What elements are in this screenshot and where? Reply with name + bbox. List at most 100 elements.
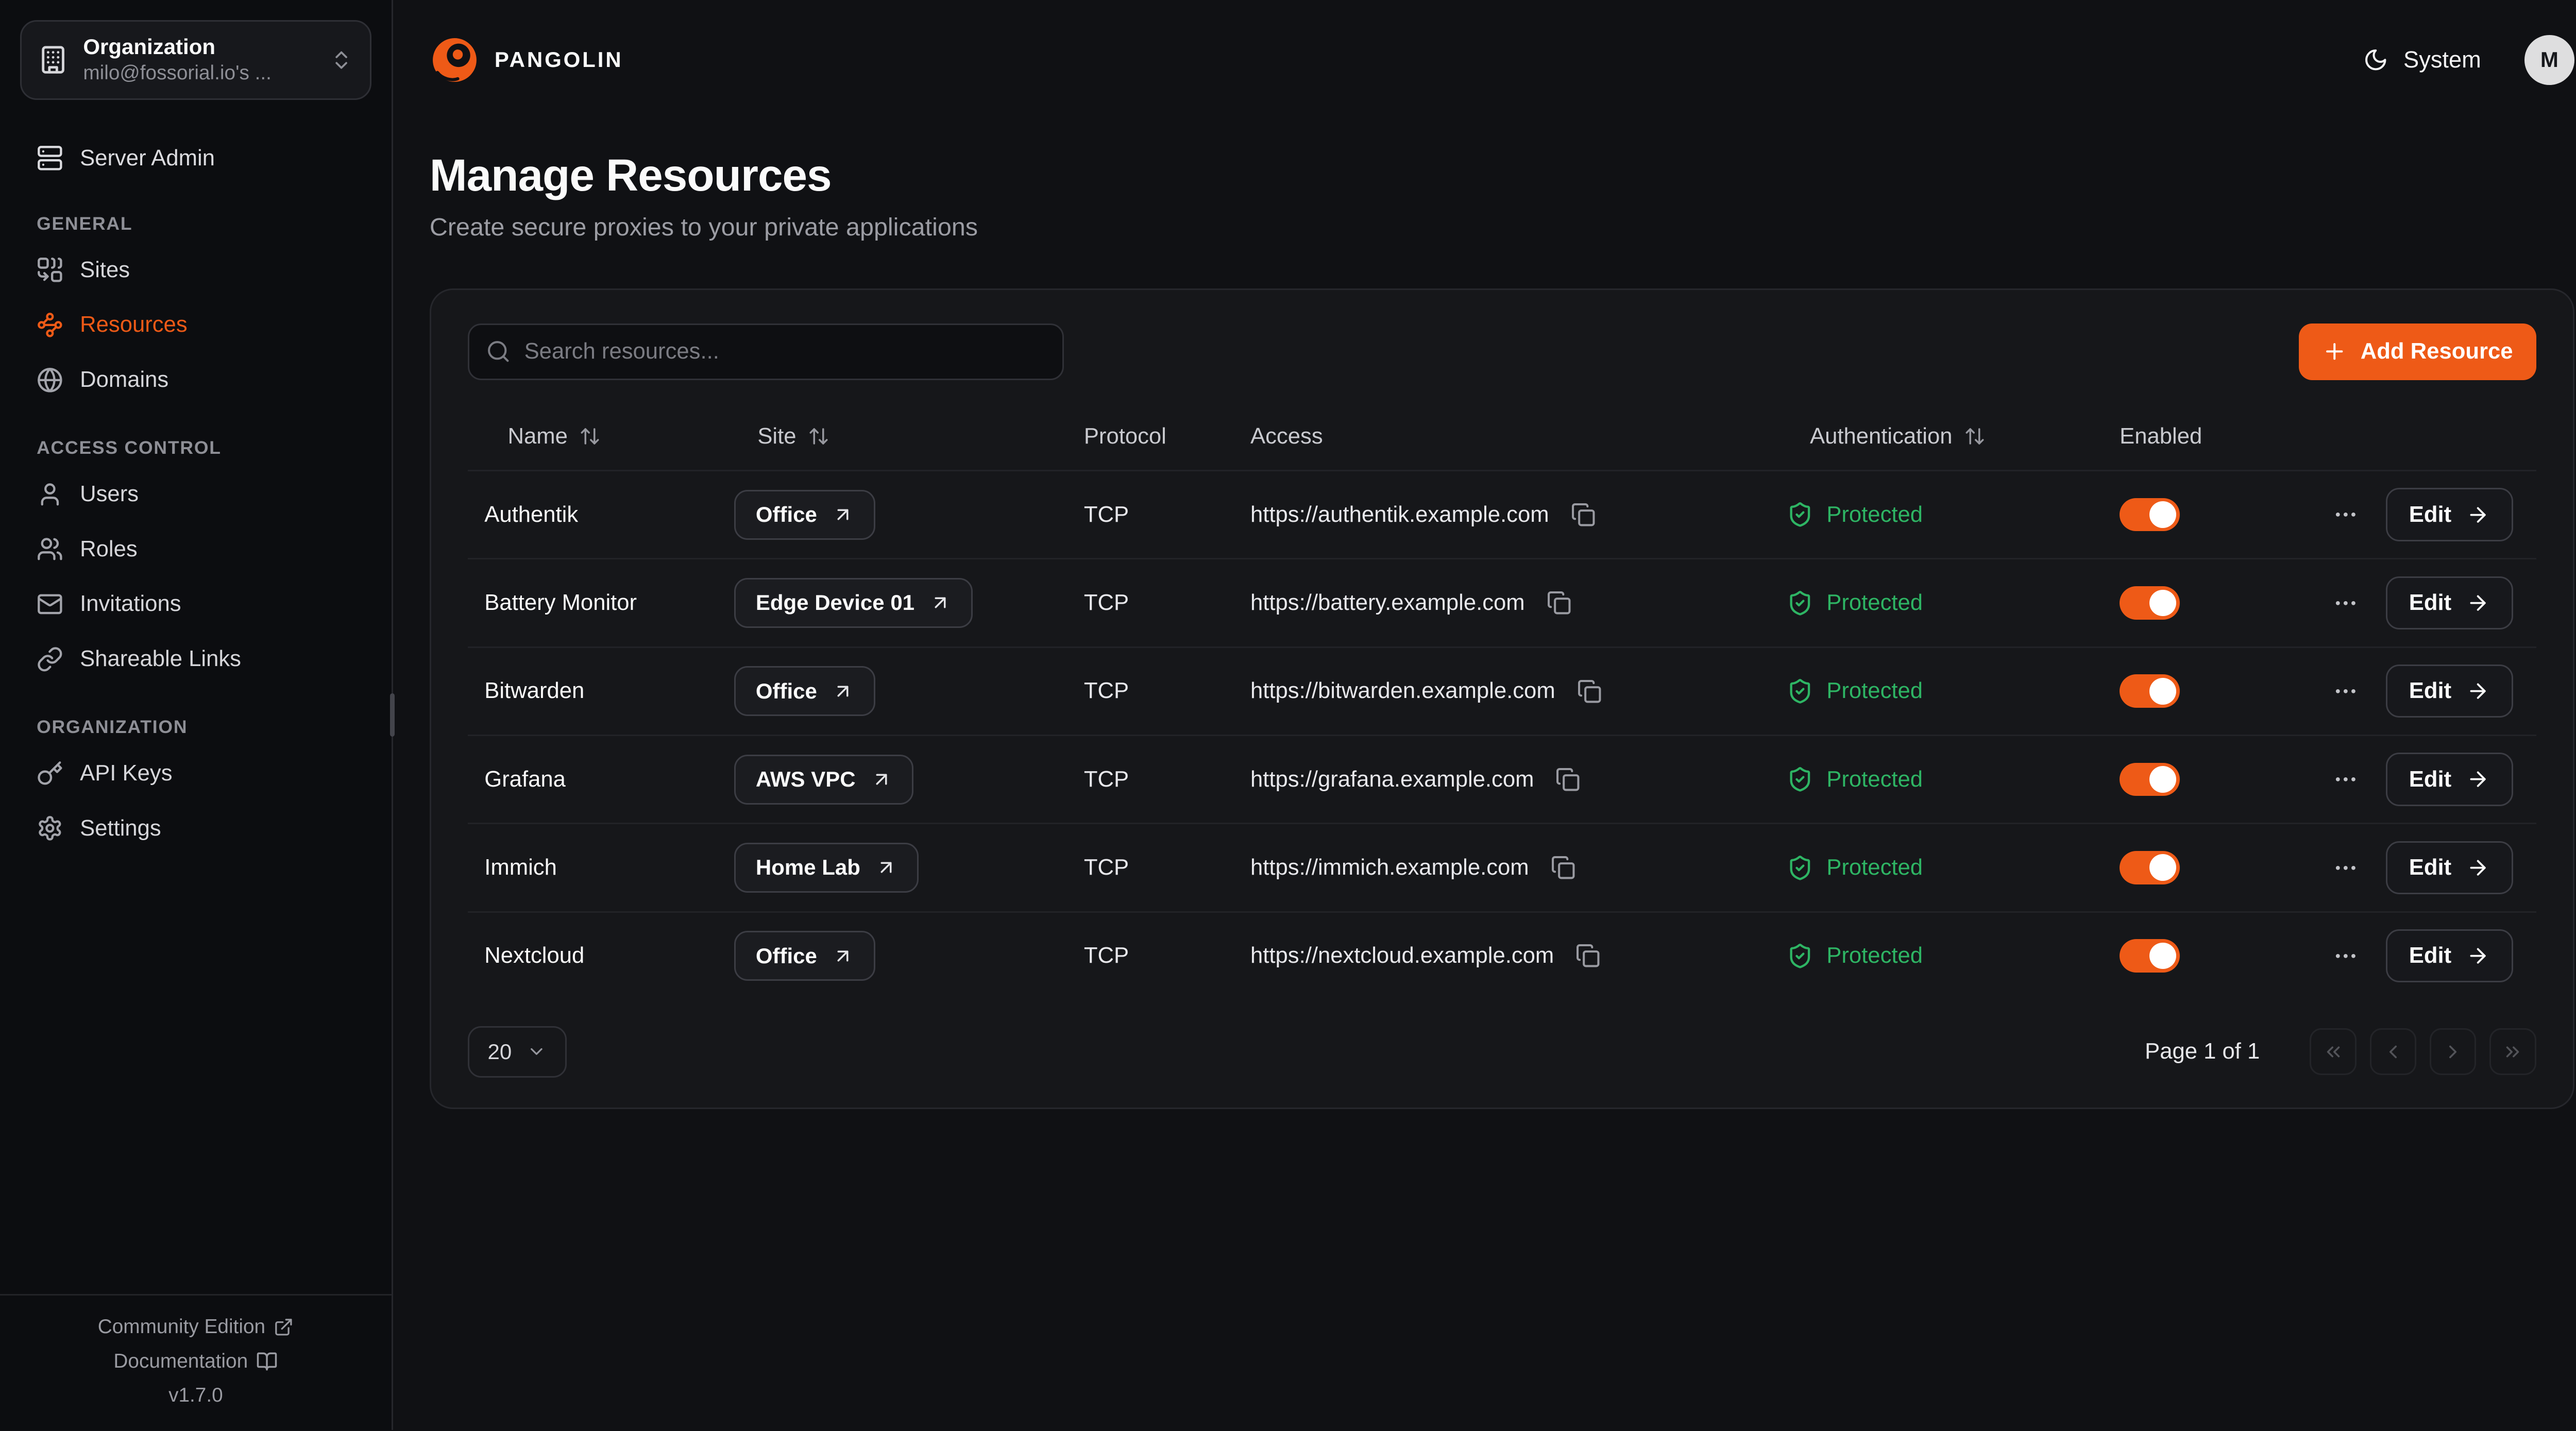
site-link-button[interactable]: Edge Device 01 <box>734 578 973 628</box>
copy-url-button[interactable] <box>1567 499 1599 530</box>
edit-button[interactable]: Edit <box>2386 488 2513 541</box>
pangolin-logo-icon <box>430 35 480 85</box>
sidebar-item-server-admin[interactable]: Server Admin <box>20 133 371 183</box>
sidebar-resize-handle[interactable] <box>390 693 395 737</box>
enabled-toggle[interactable] <box>2120 586 2179 620</box>
sidebar-item-invitations[interactable]: Invitations <box>20 576 371 632</box>
sidebar-item-users[interactable]: Users <box>20 467 371 522</box>
copy-url-button[interactable] <box>1573 675 1605 707</box>
add-resource-button[interactable]: Add Resource <box>2299 323 2536 380</box>
key-icon <box>37 760 63 787</box>
enabled-toggle[interactable] <box>2120 674 2179 708</box>
arrow-up-right-icon <box>929 592 951 614</box>
sidebar-item-sites[interactable]: Sites <box>20 243 371 298</box>
ellipsis-icon <box>2332 855 2359 881</box>
arrow-up-right-icon <box>832 504 854 525</box>
last-page-button[interactable] <box>2489 1028 2536 1075</box>
site-link-button[interactable]: Home Lab <box>734 843 919 893</box>
resource-protocol: TCP <box>1084 767 1250 792</box>
column-header-site[interactable]: Site <box>734 424 1084 449</box>
theme-toggle[interactable]: System <box>2363 46 2481 73</box>
copy-url-button[interactable] <box>1552 763 1584 795</box>
theme-label: System <box>2403 46 2481 73</box>
nav-section-label: ORGANIZATION <box>37 717 355 738</box>
resource-name: Immich <box>484 855 734 880</box>
access-url: https://grafana.example.com <box>1250 767 1534 792</box>
arrow-right-icon <box>2466 679 2489 703</box>
site-link-button[interactable]: Office <box>734 931 875 981</box>
building-icon <box>38 45 68 75</box>
edit-button[interactable]: Edit <box>2386 576 2513 629</box>
topbar: PANGOLIN System M <box>430 0 2574 120</box>
sidebar-item-shareable-links[interactable]: Shareable Links <box>20 632 371 687</box>
table-body: Authentik Office TCP https://authentik.e… <box>468 470 2536 999</box>
row-menu-button[interactable] <box>2329 851 2363 884</box>
column-header-name[interactable]: Name <box>484 424 734 449</box>
enabled-toggle[interactable] <box>2120 763 2179 796</box>
community-edition-link[interactable]: Community Edition <box>98 1316 294 1338</box>
arrow-right-icon <box>2466 856 2489 879</box>
first-page-button[interactable] <box>2310 1028 2356 1075</box>
copy-icon <box>1575 943 1600 968</box>
org-value: milo@fossorial.io's ... <box>83 60 315 86</box>
site-link-button[interactable]: AWS VPC <box>734 755 913 805</box>
sidebar-item-domains[interactable]: Domains <box>20 352 371 407</box>
row-menu-button[interactable] <box>2329 498 2363 532</box>
resources-icon <box>37 312 63 338</box>
gear-icon <box>37 815 63 842</box>
edit-button[interactable]: Edit <box>2386 753 2513 806</box>
table-row: Authentik Office TCP https://authentik.e… <box>468 470 2536 558</box>
edit-button[interactable]: Edit <box>2386 929 2513 982</box>
enabled-toggle[interactable] <box>2120 851 2179 884</box>
row-menu-button[interactable] <box>2329 939 2363 973</box>
org-selector[interactable]: Organization milo@fossorial.io's ... <box>20 20 371 100</box>
edit-button[interactable]: Edit <box>2386 841 2513 894</box>
site-link-button[interactable]: Office <box>734 666 875 716</box>
auth-status-badge: Protected <box>1787 501 2120 528</box>
documentation-link[interactable]: Documentation <box>113 1350 278 1373</box>
page-info: Page 1 of 1 <box>2145 1039 2260 1064</box>
avatar[interactable]: M <box>2524 35 2574 85</box>
resources-card: Add Resource Name Site Protocol Access <box>430 288 2574 1109</box>
page-size-select[interactable]: 20 <box>468 1026 567 1078</box>
sidebar-item-api-keys[interactable]: API Keys <box>20 746 371 801</box>
auth-status-badge: Protected <box>1787 766 2120 793</box>
sidebar-item-roles[interactable]: Roles <box>20 522 371 577</box>
page-title: Manage Resources <box>430 150 2574 201</box>
row-menu-button[interactable] <box>2329 763 2363 796</box>
arrow-up-right-icon <box>875 857 897 878</box>
nav-section-label: ACCESS CONTROL <box>37 437 355 458</box>
row-menu-button[interactable] <box>2329 586 2363 620</box>
enabled-toggle[interactable] <box>2120 498 2179 532</box>
external-link-icon <box>274 1317 294 1337</box>
next-page-button[interactable] <box>2430 1028 2476 1075</box>
resource-name: Battery Monitor <box>484 590 734 616</box>
ellipsis-icon <box>2332 678 2359 705</box>
row-menu-button[interactable] <box>2329 674 2363 708</box>
sidebar-footer: Community Edition Documentation v1.7.0 <box>0 1294 392 1430</box>
resource-protocol: TCP <box>1084 943 1250 968</box>
column-header-authentication[interactable]: Authentication <box>1787 424 2120 449</box>
access-url: https://immich.example.com <box>1250 855 1529 880</box>
copy-icon <box>1547 590 1571 615</box>
ellipsis-icon <box>2332 590 2359 617</box>
prev-page-button[interactable] <box>2370 1028 2416 1075</box>
column-header-enabled: Enabled <box>2120 424 2303 449</box>
shield-check-icon <box>1787 501 1814 528</box>
nav-sections: GENERAL Sites Resources Domains ACCESS C… <box>20 213 371 856</box>
enabled-toggle[interactable] <box>2120 939 2179 973</box>
arrow-right-icon <box>2466 591 2489 615</box>
arrow-up-down-icon <box>579 425 601 447</box>
book-icon <box>256 1351 278 1372</box>
copy-url-button[interactable] <box>1543 587 1574 619</box>
sidebar-item-settings[interactable]: Settings <box>20 801 371 856</box>
edit-button[interactable]: Edit <box>2386 665 2513 718</box>
copy-url-button[interactable] <box>1547 852 1579 883</box>
auth-status-badge: Protected <box>1787 590 2120 617</box>
site-link-button[interactable]: Office <box>734 490 875 540</box>
copy-url-button[interactable] <box>1572 940 1604 972</box>
search-icon <box>486 339 511 364</box>
search-input[interactable] <box>524 339 1046 364</box>
sidebar-item-resources[interactable]: Resources <box>20 297 371 352</box>
resource-name: Authentik <box>484 502 734 527</box>
